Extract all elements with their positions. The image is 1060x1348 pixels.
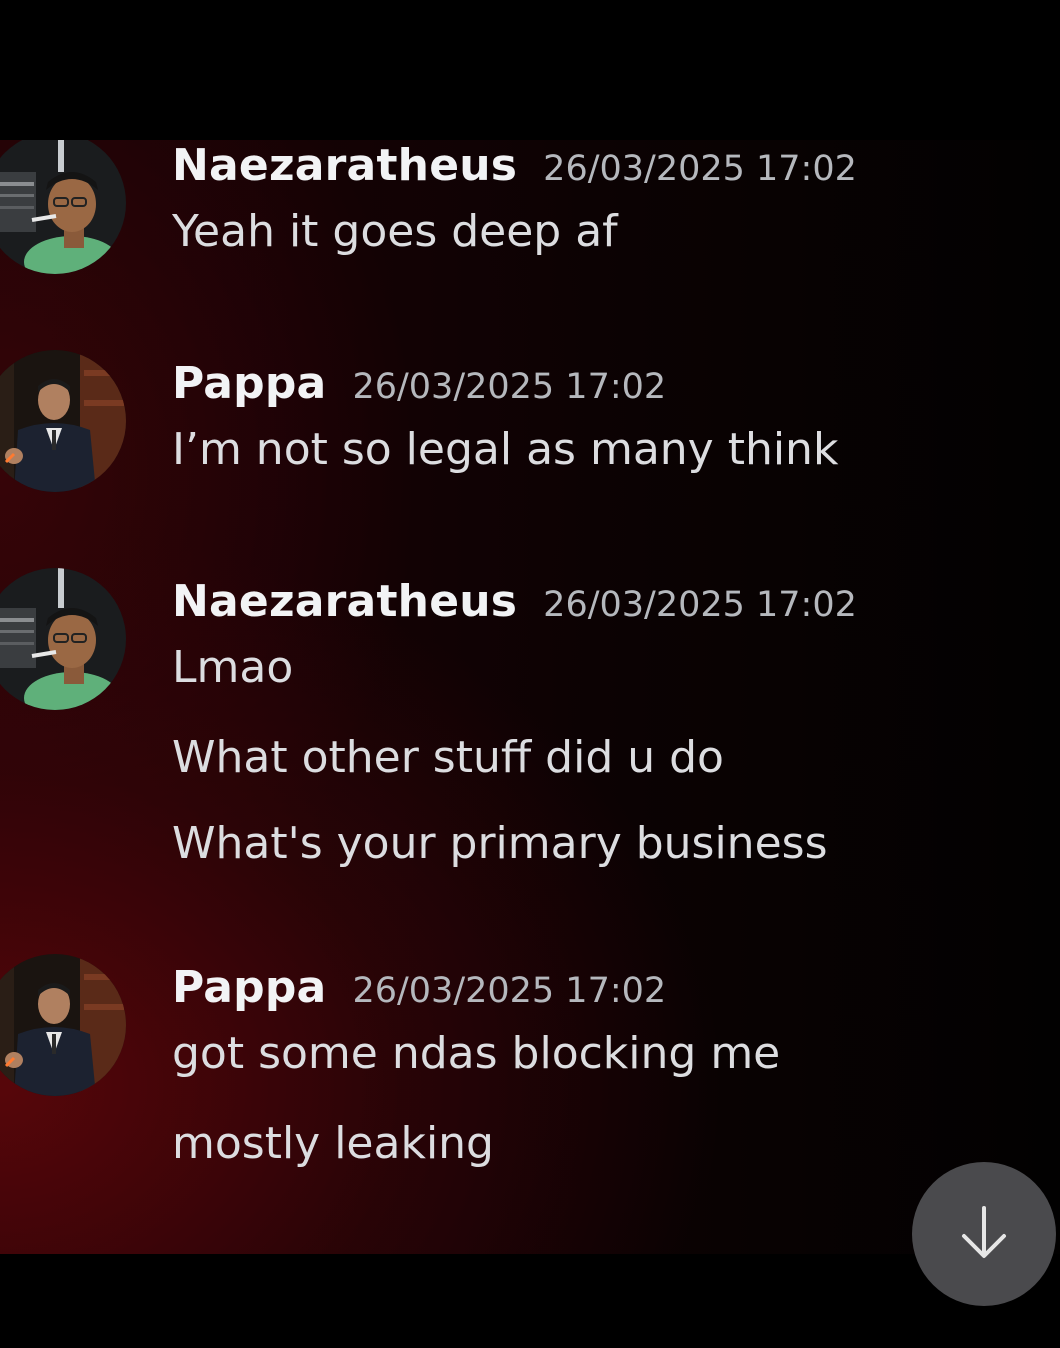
- message-list[interactable]: Naezaratheus 26/03/2025 17:02 Yeah it goe…: [0, 140, 1060, 1254]
- jump-to-latest-button[interactable]: [912, 1162, 1056, 1306]
- timestamp: 26/03/2025 17:02: [543, 149, 857, 189]
- naezaratheus-avatar-image: [0, 568, 126, 710]
- message-text: What other stuff did u do: [172, 732, 724, 783]
- arrow-down-icon: [962, 1206, 1006, 1258]
- naezaratheus-avatar-image: [0, 140, 126, 274]
- message-text: Yeah it goes deep af: [172, 206, 618, 257]
- pappa-avatar-image: [0, 350, 126, 492]
- message-text: I’m not so legal as many think: [172, 424, 839, 475]
- timestamp: 26/03/2025 17:02: [352, 367, 667, 407]
- navigation-bar-area: [0, 1254, 1060, 1348]
- timestamp: 26/03/2025 17:02: [352, 971, 667, 1011]
- message-header: Naezaratheus 26/03/2025 17:02: [172, 576, 857, 627]
- avatar[interactable]: [0, 954, 126, 1096]
- message-header: Naezaratheus 26/03/2025 17:02: [172, 140, 857, 191]
- username[interactable]: Naezaratheus: [172, 140, 517, 191]
- message-text: What's your primary business: [172, 818, 828, 869]
- status-bar-area: [0, 0, 1060, 140]
- message-text: Lmao: [172, 642, 294, 693]
- timestamp: 26/03/2025 17:02: [543, 585, 857, 625]
- message-header: Pappa 26/03/2025 17:02: [172, 358, 666, 409]
- message-text: got some ndas blocking me: [172, 1028, 781, 1079]
- username[interactable]: Pappa: [172, 962, 326, 1013]
- avatar[interactable]: [0, 350, 126, 492]
- pappa-avatar-image: [0, 954, 126, 1096]
- avatar[interactable]: [0, 140, 126, 274]
- message-text: mostly leaking: [172, 1118, 494, 1169]
- username[interactable]: Pappa: [172, 358, 326, 409]
- username[interactable]: Naezaratheus: [172, 576, 517, 627]
- message-header: Pappa 26/03/2025 17:02: [172, 962, 666, 1013]
- avatar[interactable]: [0, 568, 126, 710]
